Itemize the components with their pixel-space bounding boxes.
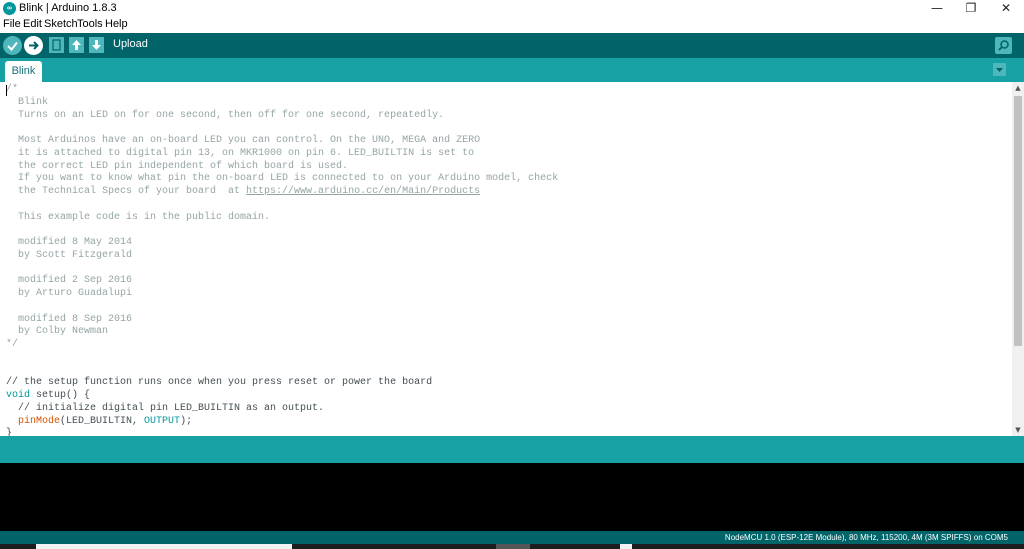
comment-text: modified 8 May 2014 [6, 237, 133, 248]
code-line: modified 8 Sep 2016 [6, 314, 558, 327]
toolbar: Upload [0, 33, 1024, 58]
comment-text: Turns on an LED on for one second, then … [6, 109, 445, 121]
code-token: (LED_BUILTIN, [60, 415, 145, 427]
code-line: */ [6, 339, 558, 352]
code-line: Blink [6, 97, 558, 110]
comment-text: This example code is in the public domai… [6, 211, 271, 223]
code-line: If you want to know what pin the on-boar… [6, 173, 558, 186]
serial-monitor-button[interactable] [995, 37, 1012, 54]
editor-scrollbar[interactable]: ▲ ▼ [1012, 82, 1024, 436]
code-editor[interactable]: /* Blink Turns on an LED on for one seco… [0, 82, 1012, 436]
arrow-down-icon [92, 40, 101, 50]
comment-text: Blink [6, 96, 49, 108]
code-line: /* [6, 84, 558, 97]
code-text-run: // the setup function runs once when you… [6, 377, 433, 389]
message-area [0, 436, 1024, 463]
menu-file[interactable]: File [3, 17, 21, 31]
title-bar: ∞ Blink | Arduino 1.8.3 — ❐ ✕ [0, 0, 1024, 17]
code-text[interactable]: /* Blink Turns on an LED on for one seco… [6, 84, 558, 436]
tab-bar: Blink [0, 58, 1024, 82]
open-sketch-button[interactable] [69, 37, 84, 53]
code-text-run: } [6, 428, 13, 436]
minimize-button[interactable]: — [920, 0, 954, 17]
comment-text: If you want to know what pin the on-boar… [6, 173, 559, 185]
status-bar: NodeMCU 1.0 (ESP-12E Module), 80 MHz, 11… [0, 531, 1024, 544]
scrollbar-thumb[interactable] [1014, 96, 1022, 346]
magnifier-icon [998, 40, 1009, 51]
chevron-down-icon [996, 68, 1003, 72]
code-line: Most Arduinos have an on-board LED you c… [6, 135, 558, 148]
comment-text: by Scott Fitzgerald [6, 249, 133, 261]
text-caret [6, 85, 7, 96]
arrow-right-icon [29, 41, 39, 50]
code-line: void setup() { [6, 390, 558, 403]
arrow-up-icon [72, 40, 81, 50]
taskbar-strip [0, 544, 1024, 549]
comment-text: the Technical Specs of your board at [6, 186, 247, 197]
comment-text: modified 8 Sep 2016 [6, 313, 133, 325]
verify-button[interactable] [3, 36, 22, 55]
new-file-icon [52, 39, 61, 51]
comment-text: by Colby Newman [6, 326, 109, 338]
comment-text: /* [6, 84, 19, 95]
code-line: Turns on an LED on for one second, then … [6, 110, 558, 123]
tab-blink[interactable]: Blink [5, 61, 42, 82]
code-line: This example code is in the public domai… [6, 212, 558, 225]
code-line: // initialize digital pin LED_BUILTIN as… [6, 403, 558, 416]
comment-text: by Arturo Guadalupi [6, 288, 133, 299]
checkmark-icon [7, 41, 18, 52]
toolbar-status-label: Upload [113, 38, 148, 50]
save-sketch-button[interactable] [89, 37, 104, 53]
menu-help[interactable]: Help [105, 17, 128, 31]
maximize-button[interactable]: ❐ [954, 0, 988, 17]
board-info: NodeMCU 1.0 (ESP-12E Module), 80 MHz, 11… [724, 533, 1008, 542]
code-line: pinMode(LED_BUILTIN, OUTPUT); [6, 416, 558, 429]
scroll-up-icon[interactable]: ▲ [1012, 82, 1024, 94]
comment-text: Most Arduinos have an on-board LED you c… [6, 135, 481, 146]
code-token: ); [180, 415, 193, 427]
code-line: } [6, 428, 558, 436]
comment-text: it is attached to digital pin 13, on MKR… [6, 147, 475, 159]
tab-menu-button[interactable] [993, 63, 1006, 76]
menu-tools[interactable]: Tools [77, 17, 103, 31]
code-text-run: // initialize digital pin LED_BUILTIN as… [6, 402, 325, 414]
menu-edit[interactable]: Edit [23, 17, 42, 31]
output-console[interactable] [0, 463, 1024, 531]
code-line: // the setup function runs once when you… [6, 377, 558, 390]
upload-button[interactable] [24, 36, 43, 55]
comment-text: */ [6, 339, 19, 350]
new-sketch-button[interactable] [49, 37, 64, 53]
window-title: Blink | Arduino 1.8.3 [19, 2, 117, 14]
code-line: modified 2 Sep 2016 [6, 275, 558, 288]
menu-bar: File Edit Sketch Tools Help [0, 17, 1024, 31]
code-line: modified 8 May 2014 [6, 237, 558, 250]
function-pinmode: pinMode [18, 415, 61, 427]
code-line: the Technical Specs of your board at htt… [6, 186, 558, 199]
code-line: it is attached to digital pin 13, on MKR… [6, 148, 558, 161]
keyword-void: void [6, 390, 31, 401]
comment-link: https://www.arduino.cc/en/Main/Products [246, 186, 481, 197]
code-line: the correct LED pin independent of which… [6, 161, 558, 174]
close-button[interactable]: ✕ [989, 0, 1023, 17]
comment-text: the correct LED pin independent of which… [6, 160, 349, 172]
constant-output: OUTPUT [144, 415, 181, 427]
code-line: by Scott Fitzgerald [6, 250, 558, 263]
menu-sketch[interactable]: Sketch [44, 17, 78, 31]
scroll-down-icon[interactable]: ▼ [1012, 424, 1024, 436]
arduino-logo-icon: ∞ [3, 2, 16, 15]
code-line: by Arturo Guadalupi [6, 288, 558, 301]
setup-signature: setup() { [30, 390, 91, 401]
comment-text: modified 2 Sep 2016 [6, 275, 133, 287]
code-line: by Colby Newman [6, 326, 558, 339]
